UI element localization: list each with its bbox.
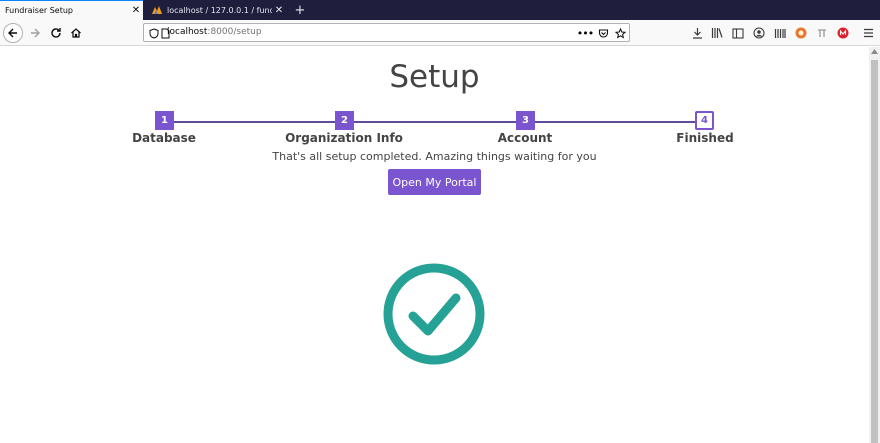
step-2-label: Organization Info xyxy=(285,131,403,145)
scroll-thumb[interactable] xyxy=(871,60,878,443)
sidebar-icon[interactable] xyxy=(731,25,745,41)
new-tab-icon[interactable]: + xyxy=(292,0,308,20)
tab-title: Fundraiser Setup xyxy=(5,6,74,15)
more-icon[interactable]: ••• xyxy=(577,26,594,40)
step-3-badge: 3 xyxy=(516,111,535,130)
url-path: :8000/setup xyxy=(207,27,262,37)
extension-icon[interactable] xyxy=(773,25,787,41)
extension-icon[interactable] xyxy=(794,25,808,41)
scroll-up-icon[interactable] xyxy=(871,49,878,54)
close-icon[interactable]: ✕ xyxy=(272,5,286,16)
completion-message: That's all setup completed. Amazing thin… xyxy=(272,150,597,163)
back-icon[interactable] xyxy=(3,23,23,43)
step-4-badge: 4 xyxy=(695,111,714,130)
account-icon[interactable] xyxy=(752,25,766,41)
download-icon[interactable] xyxy=(690,25,704,41)
vertical-scrollbar[interactable] xyxy=(869,47,880,443)
reload-icon[interactable] xyxy=(46,23,66,43)
url-text: localhost:8000/setup xyxy=(167,27,262,37)
step-connector xyxy=(173,121,336,123)
step-1-label: Database xyxy=(132,131,196,145)
url-bar[interactable]: localhost:8000/setup ••• xyxy=(143,23,630,42)
extension-icon[interactable] xyxy=(815,25,829,41)
tab-fundraiser-setup[interactable]: Fundraiser Setup ✕ xyxy=(0,0,143,20)
step-4-label: Finished xyxy=(676,131,734,145)
extension-icon[interactable] xyxy=(836,25,850,41)
tab-title: localhost / 127.0.0.1 / fundraise xyxy=(167,5,272,15)
open-portal-button[interactable]: Open My Portal xyxy=(388,169,481,195)
library-icon[interactable] xyxy=(710,25,724,41)
star-icon[interactable] xyxy=(613,26,627,40)
step-1-badge: 1 xyxy=(155,111,174,130)
pocket-icon[interactable] xyxy=(596,26,610,40)
menu-icon[interactable] xyxy=(861,25,875,41)
check-circle-icon xyxy=(381,261,487,367)
step-connector xyxy=(353,121,516,123)
close-icon[interactable]: ✕ xyxy=(129,5,143,16)
phpmyadmin-icon xyxy=(151,5,163,15)
tab-phpmyadmin[interactable]: localhost / 127.0.0.1 / fundraise ✕ xyxy=(143,0,286,20)
step-connector xyxy=(534,121,696,123)
page-title: Setup xyxy=(389,59,480,95)
url-host: localhost xyxy=(167,27,208,37)
step-3-label: Account xyxy=(497,131,553,145)
home-icon[interactable] xyxy=(66,23,86,43)
forward-icon[interactable] xyxy=(25,23,45,43)
step-2-badge: 2 xyxy=(335,111,354,130)
page-content: Setup 1 2 3 4 Database Organization Info… xyxy=(0,47,869,443)
tab-strip: Fundraiser Setup ✕ localhost / 127.0.0.1… xyxy=(0,0,880,20)
navigation-toolbar: localhost:8000/setup ••• xyxy=(0,20,880,46)
